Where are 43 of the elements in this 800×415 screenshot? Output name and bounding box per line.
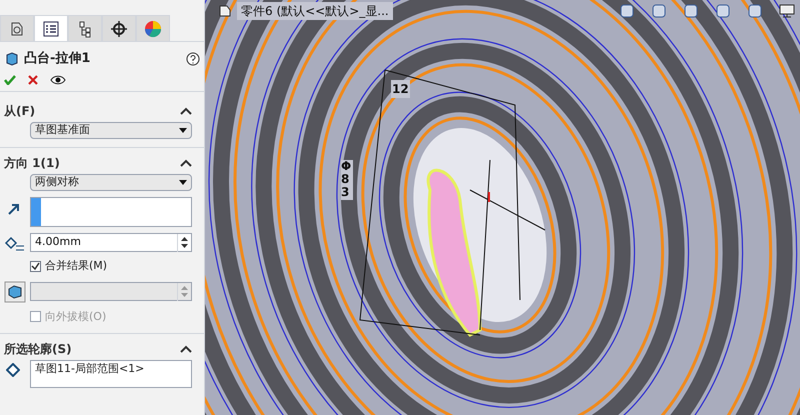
checkbox-label: 向外拔模(O) xyxy=(45,308,106,324)
dimension-label: Φ83 xyxy=(341,160,353,200)
section-title: 从(F) xyxy=(4,103,36,120)
close-icon[interactable] xyxy=(28,74,38,84)
monitor-icon[interactable] xyxy=(778,2,796,20)
panel-tab[interactable] xyxy=(102,15,136,41)
checkbox-label: 合并结果(M) xyxy=(45,258,108,274)
up-triangle-icon xyxy=(181,286,188,290)
color-ball-icon xyxy=(144,20,162,38)
depth-field[interactable]: 4.00mm xyxy=(30,233,192,252)
document-title: 零件6 (默认<<默认>_显... xyxy=(237,2,393,20)
panel-tab[interactable] xyxy=(34,15,68,41)
draft-icon xyxy=(4,280,26,302)
dropdown[interactable]: 两侧对称 xyxy=(30,174,192,191)
panel-tab[interactable] xyxy=(0,15,34,41)
dimension-label: 12 xyxy=(391,80,410,98)
eye-icon[interactable] xyxy=(50,74,66,84)
up-triangle-icon xyxy=(181,237,188,241)
dropdown[interactable]: 草图基准面 xyxy=(30,122,192,139)
down-triangle-icon xyxy=(181,293,188,297)
checkbox[interactable] xyxy=(30,260,41,272)
selection-box[interactable] xyxy=(30,197,192,227)
section-title: 所选轮廓(S) xyxy=(4,341,72,358)
spin-button[interactable] xyxy=(177,234,191,252)
chevron-icon[interactable] xyxy=(180,345,192,353)
feature-title: 凸台-拉伸1 xyxy=(24,50,90,68)
checkmark-icon[interactable] xyxy=(4,74,16,84)
help-icon[interactable] xyxy=(186,52,200,66)
down-triangle-icon xyxy=(181,244,188,248)
crosshair-icon xyxy=(110,20,128,38)
part-icon xyxy=(217,3,233,19)
list-icon xyxy=(42,20,60,38)
chevron-icon[interactable] xyxy=(180,159,192,167)
arrow-icon xyxy=(8,203,20,215)
section-title: 方向 1(1) xyxy=(4,155,60,172)
caret-icon xyxy=(179,128,187,133)
contour-list[interactable]: 草图11-局部范围<1> xyxy=(30,360,192,388)
panel-tab[interactable] xyxy=(68,15,102,41)
list-item[interactable]: 草图11-局部范围<1> xyxy=(35,361,187,378)
depth-icon xyxy=(4,234,26,250)
caret-icon xyxy=(179,180,187,185)
chevron-icon[interactable] xyxy=(180,107,192,115)
diamond-icon xyxy=(6,363,20,377)
